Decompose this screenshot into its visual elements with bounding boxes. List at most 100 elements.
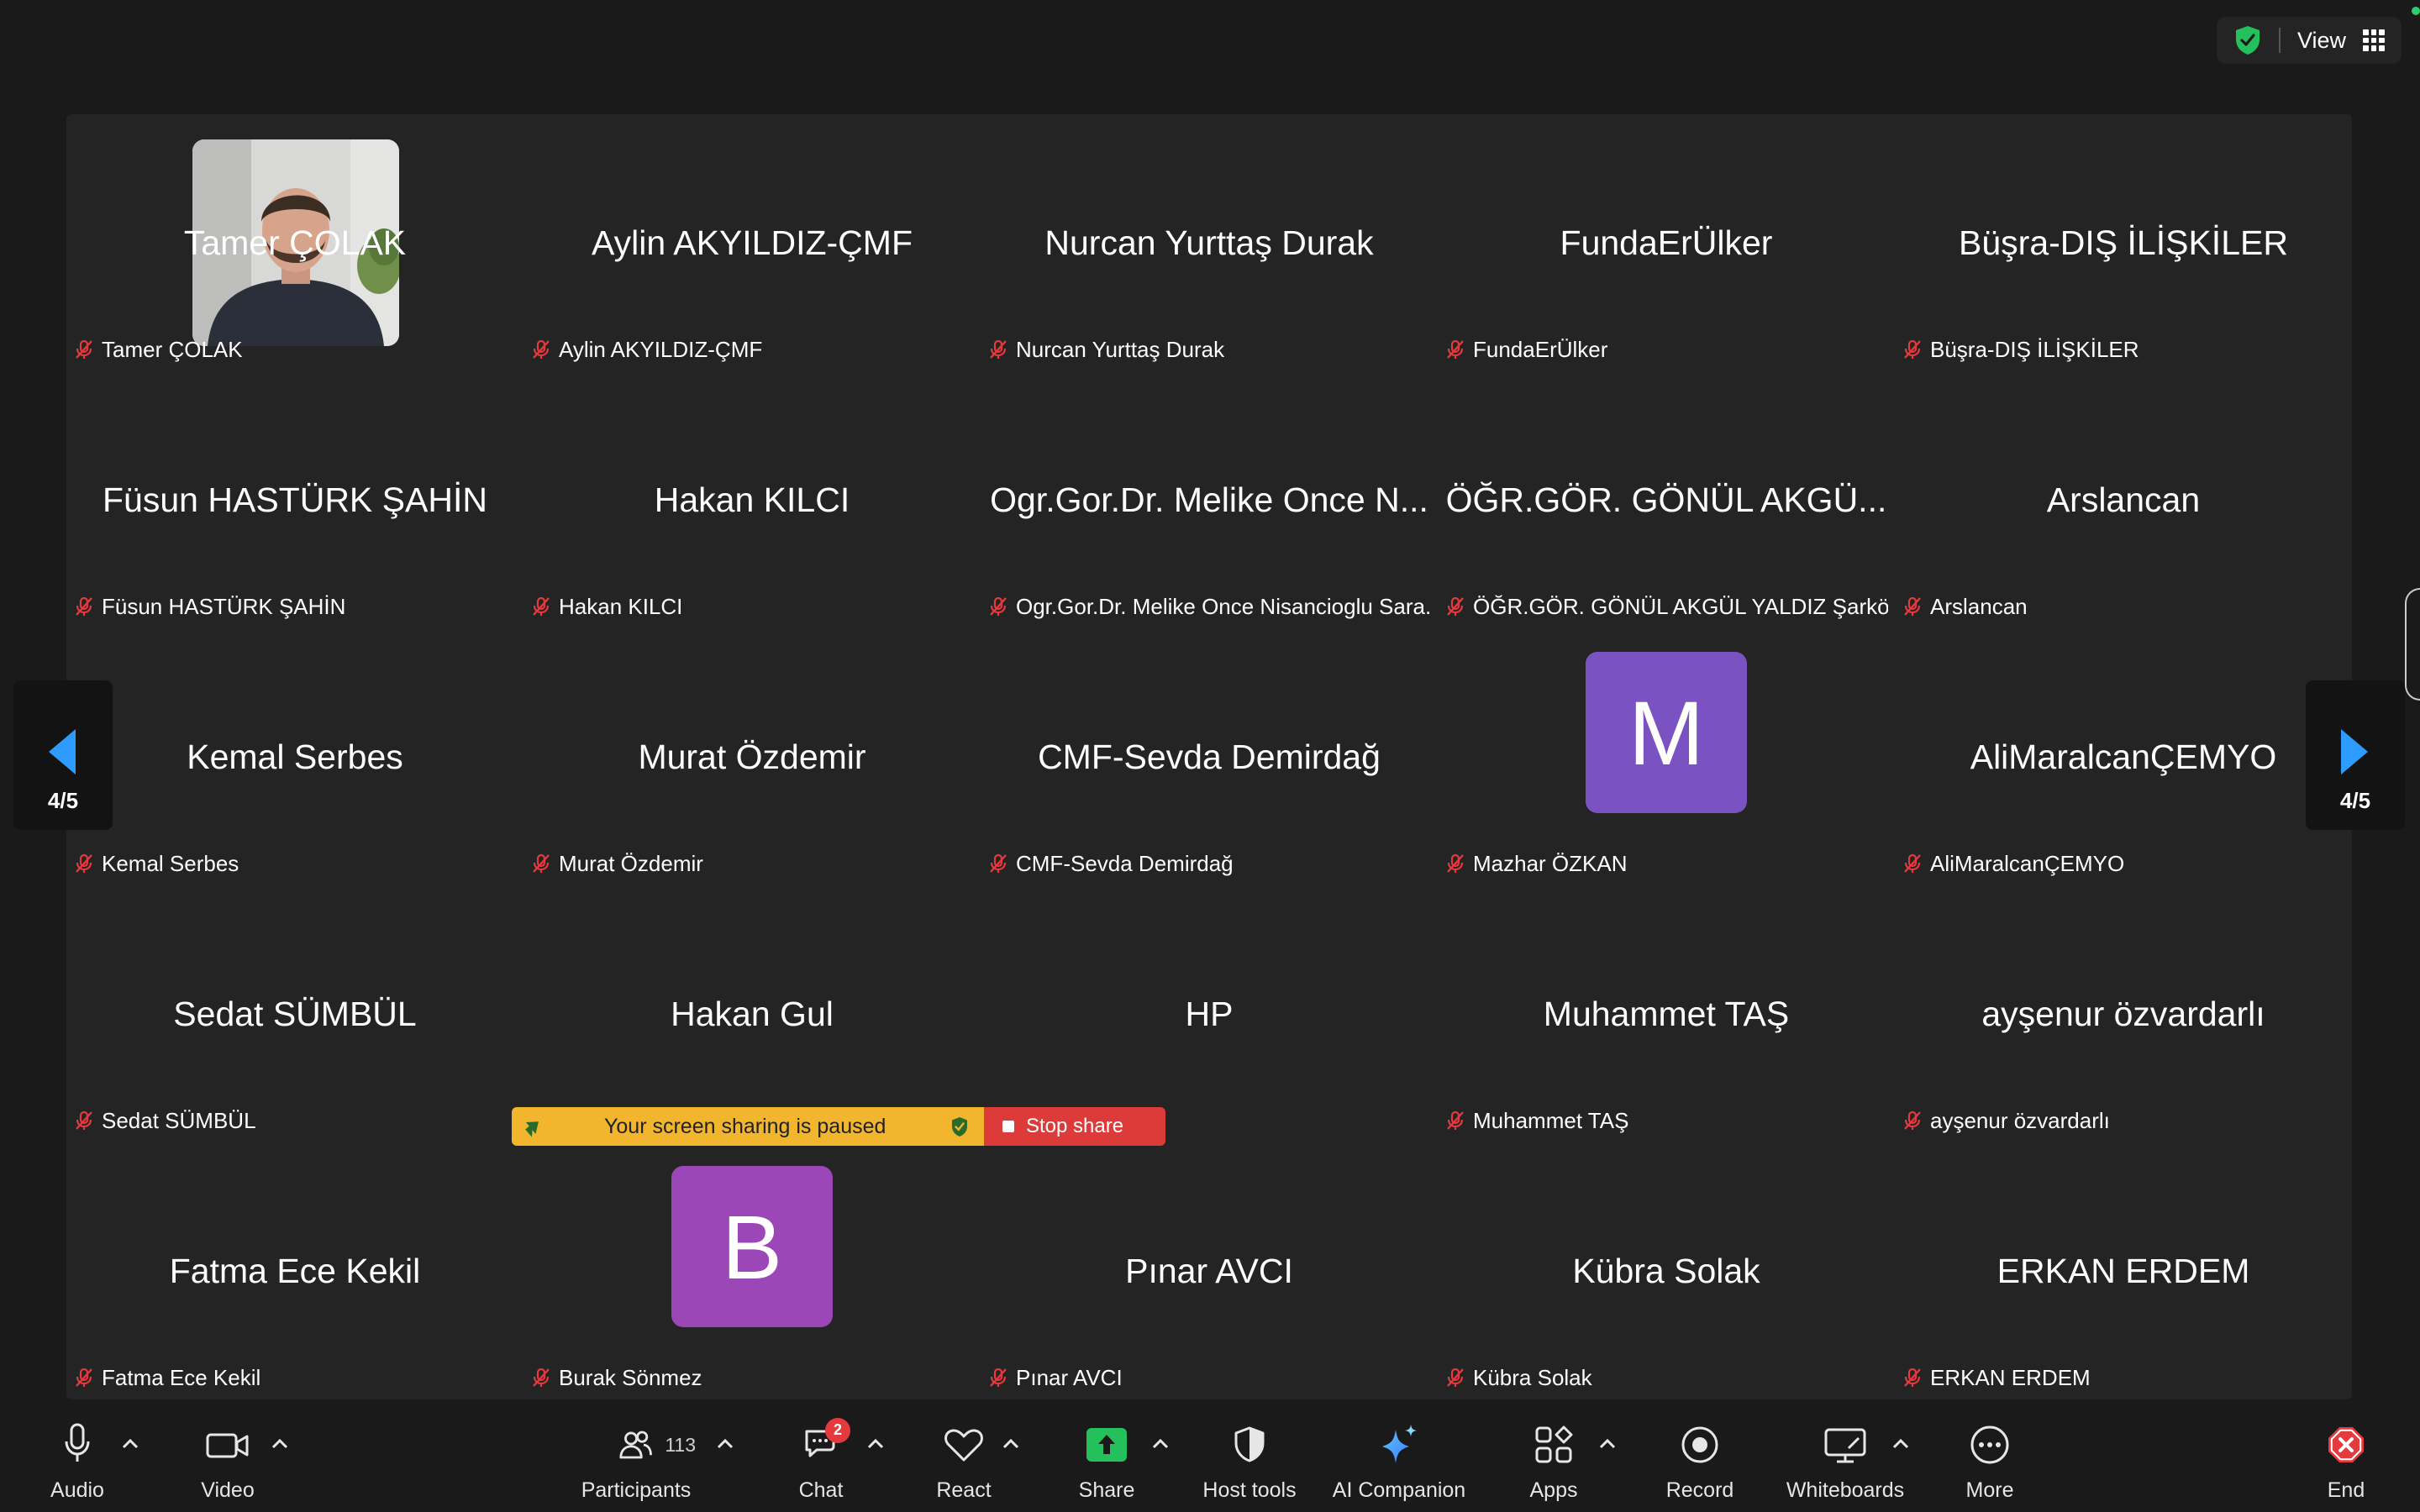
whiteboards-button[interactable]: Whiteboards bbox=[1785, 1399, 1906, 1512]
whiteboards-options-caret-icon[interactable] bbox=[1891, 1438, 1910, 1450]
microphone-muted-icon bbox=[1904, 339, 1921, 359]
whiteboards-label: Whiteboards bbox=[1786, 1478, 1905, 1502]
share-options-caret-icon[interactable] bbox=[1151, 1438, 1170, 1450]
arrow-left-icon bbox=[49, 729, 76, 774]
participant-tile[interactable]: FundaErÜlker FundaErÜlker bbox=[1438, 114, 1895, 371]
more-dots-icon bbox=[1970, 1425, 2009, 1464]
participant-name-tag: Sedat SÜMBÜL bbox=[73, 1105, 256, 1136]
participant-name-tag: CMF-Sevda Demirdağ bbox=[987, 848, 1234, 879]
participant-display-name: Kemal Serbes bbox=[187, 738, 403, 776]
participant-name-tag: Füsun HASTÜRK ŞAHİN bbox=[73, 591, 345, 622]
apps-options-caret-icon[interactable] bbox=[1598, 1438, 1617, 1450]
participant-display-name: HP bbox=[1185, 995, 1234, 1033]
participant-name-tag: Nurcan Yurttaş Durak bbox=[987, 334, 1224, 365]
participant-tile[interactable]: Aylin AKYILDIZ-ÇMF Aylin AKYILDIZ-ÇMF bbox=[523, 114, 981, 371]
ai-sparkle-icon bbox=[1382, 1425, 1417, 1463]
record-icon bbox=[1681, 1426, 1718, 1463]
participant-tile[interactable]: ERKAN ERDEM ERKAN ERDEM bbox=[1895, 1142, 2352, 1399]
microphone-muted-icon bbox=[76, 853, 92, 873]
participant-name-tag: Muhammet TAŞ bbox=[1444, 1105, 1628, 1136]
security-shield-icon bbox=[952, 1117, 967, 1137]
whiteboard-icon bbox=[1824, 1428, 1866, 1463]
participant-tile[interactable]: ayşenur özvardarlı ayşenur özvardarlı bbox=[1895, 885, 2352, 1142]
gallery-grid-icon[interactable] bbox=[2363, 29, 2385, 51]
participant-tile[interactable]: B Burak Sönmez bbox=[523, 1142, 981, 1399]
security-shield-icon bbox=[2235, 26, 2260, 55]
microphone-muted-icon bbox=[1447, 596, 1464, 616]
end-meeting-button[interactable]: End bbox=[2312, 1399, 2380, 1512]
participant-tile[interactable]: Pınar AVCI Pınar AVCI bbox=[981, 1142, 1438, 1399]
participant-tile[interactable]: Füsun HASTÜRK ŞAHİN Füsun HASTÜRK ŞAHİN bbox=[66, 371, 523, 628]
chat-unread-badge: 2 bbox=[825, 1417, 850, 1443]
participant-tile[interactable]: Hakan Gul bbox=[523, 885, 981, 1142]
share-button[interactable]: Share bbox=[1073, 1399, 1140, 1512]
participant-tile[interactable]: M Mazhar ÖZKAN bbox=[1438, 628, 1895, 885]
participant-tile[interactable]: Murat Özdemir Murat Özdemir bbox=[523, 628, 981, 885]
apps-button[interactable]: Apps bbox=[1520, 1399, 1587, 1512]
share-screen-icon bbox=[1086, 1428, 1127, 1462]
participant-name-label: ayşenur özvardarlı bbox=[1930, 1107, 2110, 1133]
react-button[interactable]: React bbox=[930, 1399, 997, 1512]
participant-tile[interactable]: Nurcan Yurttaş Durak Nurcan Yurttaş Durak bbox=[981, 114, 1438, 371]
participant-avatar: B bbox=[671, 1166, 833, 1327]
participant-name-label: Büşra-DIŞ İLİŞKİLER bbox=[1930, 336, 2139, 362]
share-paused-message: Your screen sharing is paused bbox=[512, 1107, 984, 1146]
participant-tile[interactable]: ÖĞR.GÖR. GÖNÜL AKGÜ... ÖĞR.GÖR. GÖNÜL AKG… bbox=[1438, 371, 1895, 628]
record-button[interactable]: Record bbox=[1661, 1399, 1739, 1512]
participant-tile[interactable]: Büşra-DIŞ İLİŞKİLER Büşra-DIŞ İLİŞKİLER bbox=[1895, 114, 2352, 371]
participant-name-label: Burak Sönmez bbox=[559, 1364, 702, 1390]
chat-button[interactable]: 2 Chat bbox=[787, 1399, 855, 1512]
previous-page-button[interactable]: 4/5 bbox=[13, 680, 113, 830]
participant-name-tag: Arslancan bbox=[1902, 591, 2028, 622]
participants-button[interactable]: 113 Participants bbox=[576, 1399, 696, 1512]
ai-companion-button[interactable]: AI Companion bbox=[1329, 1399, 1469, 1512]
participant-display-name: ÖĞR.GÖR. GÖNÜL AKGÜ... bbox=[1445, 480, 1887, 519]
microphone-muted-icon bbox=[533, 853, 550, 873]
audio-options-caret-icon[interactable] bbox=[121, 1438, 139, 1450]
participant-tile[interactable]: HP bbox=[981, 885, 1438, 1142]
participant-name-label: Fatma Ece Kekil bbox=[102, 1364, 261, 1390]
participant-name-label: Aylin AKYILDIZ-ÇMF bbox=[559, 336, 763, 362]
participant-name-label: Tamer ÇOLAK bbox=[102, 336, 243, 362]
participant-tile[interactable]: Tamer ÇOLAK Tamer ÇOLAK bbox=[66, 114, 523, 371]
participant-display-name: Tamer ÇOLAK bbox=[183, 223, 407, 262]
participant-tile[interactable]: Arslancan Arslancan bbox=[1895, 371, 2352, 628]
participant-tile[interactable]: CMF-Sevda Demirdağ CMF-Sevda Demirdağ bbox=[981, 628, 1438, 885]
participant-name-label: Mazhar ÖZKAN bbox=[1473, 850, 1628, 876]
video-options-caret-icon[interactable] bbox=[271, 1438, 289, 1450]
view-control[interactable]: View bbox=[2216, 17, 2402, 64]
side-panel-handle[interactable] bbox=[2405, 588, 2420, 701]
participant-tile[interactable]: AliMaralcanÇEMYO AliMaralcanÇEMYO bbox=[1895, 628, 2352, 885]
participant-name-label: Hakan KILCI bbox=[559, 593, 683, 619]
view-label[interactable]: View bbox=[2297, 28, 2346, 54]
react-options-caret-icon[interactable] bbox=[1002, 1438, 1020, 1450]
participant-display-name: Füsun HASTÜRK ŞAHİN bbox=[103, 480, 487, 519]
participant-name-tag: Tamer ÇOLAK bbox=[73, 334, 243, 365]
microphone-icon bbox=[65, 1423, 90, 1462]
participant-tile[interactable]: Ogr.Gor.Dr. Melike Once N... Ogr.Gor.Dr. … bbox=[981, 371, 1438, 628]
next-page-button[interactable]: 4/5 bbox=[2306, 680, 2405, 830]
participants-options-caret-icon[interactable] bbox=[716, 1438, 734, 1450]
video-button[interactable]: Video bbox=[192, 1399, 263, 1512]
participant-display-name: Hakan KILCI bbox=[654, 480, 850, 519]
more-button[interactable]: More bbox=[1956, 1399, 2023, 1512]
participant-display-name: Fatma Ece Kekil bbox=[169, 1252, 421, 1290]
record-label: Record bbox=[1665, 1478, 1734, 1502]
audio-button[interactable]: Audio bbox=[44, 1399, 111, 1512]
host-tools-button[interactable]: Host tools bbox=[1198, 1399, 1301, 1512]
participant-tile[interactable]: Fatma Ece Kekil Fatma Ece Kekil bbox=[66, 1142, 523, 1399]
participant-display-name: CMF-Sevda Demirdağ bbox=[1038, 738, 1381, 776]
participant-display-name: Aylin AKYILDIZ-ÇMF bbox=[592, 223, 913, 262]
participant-name-label: ERKAN ERDEM bbox=[1930, 1364, 2091, 1390]
participant-name-label: ÖĞR.GÖR. GÖNÜL AKGÜL YALDIZ Şarkö... bbox=[1473, 593, 1888, 619]
participant-tile[interactable]: Muhammet TAŞ Muhammet TAŞ bbox=[1438, 885, 1895, 1142]
participant-tile[interactable]: Kemal Serbes Kemal Serbes bbox=[66, 628, 523, 885]
participant-tile[interactable]: Sedat SÜMBÜL Sedat SÜMBÜL bbox=[66, 885, 523, 1142]
participant-display-name: Kübra Solak bbox=[1572, 1252, 1760, 1290]
participant-tile[interactable]: Kübra Solak Kübra Solak bbox=[1438, 1142, 1895, 1399]
chat-options-caret-icon[interactable] bbox=[866, 1438, 885, 1450]
participant-tile[interactable]: Hakan KILCI Hakan KILCI bbox=[523, 371, 981, 628]
microphone-muted-icon bbox=[990, 1368, 1007, 1387]
participants-label: Participants bbox=[581, 1478, 692, 1502]
stop-share-button[interactable]: Stop share bbox=[984, 1107, 1165, 1146]
